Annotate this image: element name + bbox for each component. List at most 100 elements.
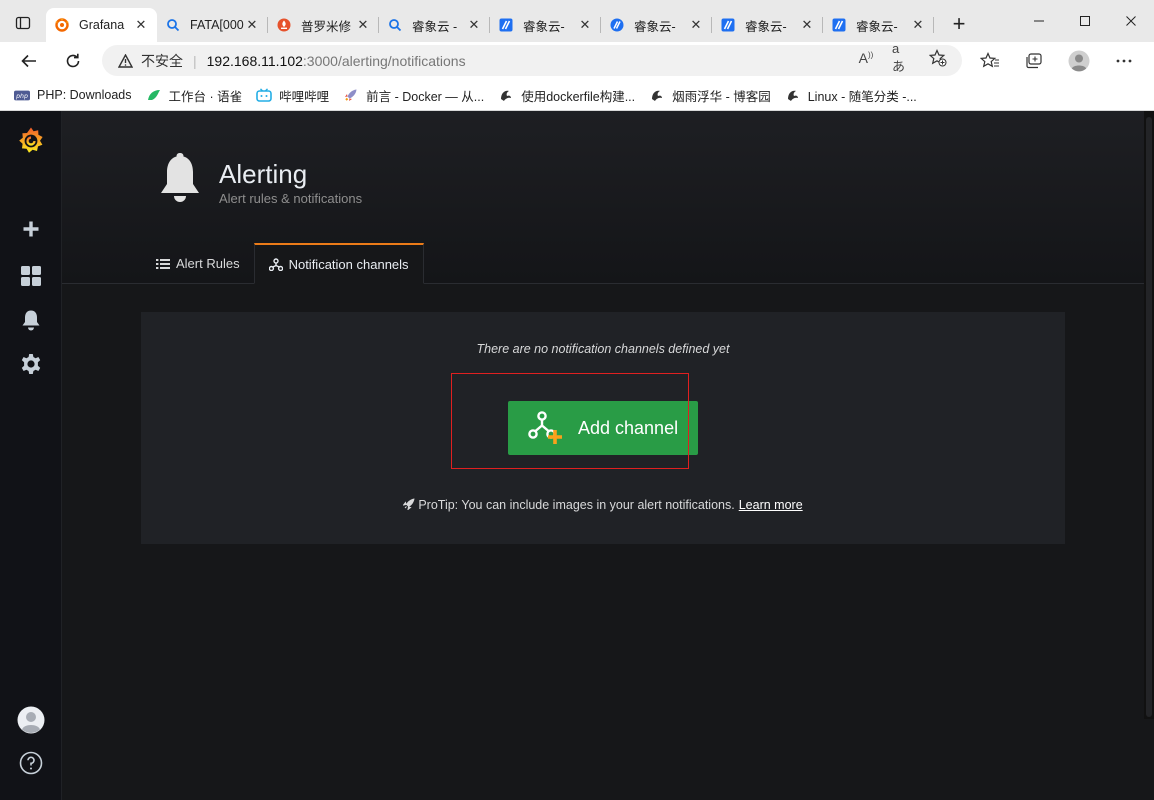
tab-ruixiang-search[interactable]: 睿象云 - ✕ — [379, 8, 490, 42]
page-title: Alerting — [219, 159, 308, 189]
fire-icon — [276, 17, 292, 33]
tab-title: Grafana — [79, 18, 125, 32]
tab-ruixiang-1[interactable]: 睿象云- ✕ — [490, 8, 601, 42]
bilibili-icon — [256, 88, 272, 102]
tab-fata[interactable]: FATA[000 ✕ — [157, 8, 268, 42]
bookmark-dockerfile[interactable]: 使用dockerfile构建... — [498, 86, 635, 105]
php-icon: php — [14, 88, 30, 102]
translate-icon: aあ — [892, 41, 906, 74]
ruixiang-icon — [831, 17, 847, 33]
maximize-icon — [1080, 16, 1090, 26]
bookmark-php[interactable]: php PHP: Downloads — [14, 88, 132, 102]
back-button[interactable] — [14, 47, 44, 75]
bookmark-label: Linux - 随笔分类 -... — [807, 89, 917, 104]
translate-button[interactable]: aあ — [892, 41, 912, 74]
minimize-button[interactable] — [1016, 0, 1062, 42]
grafana-page: Alerting Alert rules & notifications Ale… — [0, 111, 1154, 800]
close-icon[interactable]: ✕ — [133, 17, 149, 33]
dashboard-grid-icon — [21, 266, 41, 286]
protip-text: ProTip: You can include images in your a… — [418, 498, 735, 512]
add-channel-label: Add channel — [578, 417, 679, 438]
tab-label: Notification channels — [288, 256, 409, 272]
bookmark-label: 使用dockerfile构建... — [521, 89, 636, 104]
browser-toolbar: 不安全 | 192.168.11.102:3000/alerting/notif… — [0, 41, 1154, 80]
tab-ruixiang-3[interactable]: 睿象云- ✕ — [712, 8, 823, 42]
close-icon[interactable]: ✕ — [910, 17, 926, 33]
bell-icon — [22, 310, 40, 331]
yuque-icon — [146, 88, 162, 102]
close-window-button[interactable] — [1108, 0, 1154, 42]
scrollbar-thumb[interactable] — [1146, 117, 1152, 717]
warning-icon — [118, 53, 133, 68]
ruixiang-icon — [720, 17, 736, 33]
learn-more-link[interactable]: Learn more — [739, 498, 803, 512]
tab-notification-channels[interactable]: Notification channels — [253, 243, 424, 284]
tab-prometheus[interactable]: 普罗米修 ✕ — [268, 8, 379, 42]
star-add-icon — [929, 49, 947, 67]
add-channel-button[interactable]: Add channel — [508, 401, 698, 455]
gear-icon — [21, 354, 41, 374]
url-host: 192.168.11.102 — [206, 52, 303, 69]
configuration-menu-button[interactable] — [0, 344, 62, 384]
tab-ruixiang-2[interactable]: 睿象云- ✕ — [601, 8, 712, 42]
settings-more-button[interactable] — [1112, 50, 1136, 72]
tab-title: 普罗米修 — [301, 19, 352, 34]
close-icon[interactable]: ✕ — [244, 17, 260, 33]
help-menu-button[interactable] — [0, 743, 62, 783]
dashboards-menu-button[interactable] — [0, 256, 62, 296]
tab-grafana[interactable]: Grafana ✕ — [46, 8, 157, 42]
close-icon[interactable]: ✕ — [799, 17, 815, 33]
page-scrollbar[interactable] — [1144, 111, 1154, 719]
insecure-label: 不安全 — [141, 52, 183, 69]
close-icon[interactable]: ✕ — [688, 17, 704, 33]
close-icon[interactable]: ✕ — [355, 17, 371, 33]
alerting-menu-button[interactable] — [0, 300, 62, 340]
refresh-button[interactable] — [58, 47, 88, 75]
browser-tab-bar: Grafana ✕ FATA[000 ✕ 普罗米修 ✕ 睿象云 - ✕ 睿象云-… — [0, 0, 1154, 42]
address-bar[interactable]: 不安全 | 192.168.11.102:3000/alerting/notif… — [102, 45, 962, 76]
grafana-logo-icon — [19, 127, 43, 153]
add-channel-icon — [528, 410, 564, 446]
bookmark-label: 哔哩哔哩 — [279, 89, 330, 104]
tab-alert-rules[interactable]: Alert Rules — [142, 243, 254, 284]
tab-title: 睿象云- — [856, 19, 898, 34]
plus-icon — [23, 221, 39, 237]
new-tab-button[interactable]: + — [946, 12, 972, 38]
collections-button[interactable] — [1022, 50, 1046, 72]
grafana-home-logo[interactable] — [0, 120, 62, 162]
help-icon — [19, 751, 43, 775]
add-favorite-button[interactable] — [928, 48, 948, 68]
close-icon[interactable]: ✕ — [466, 17, 482, 33]
bookmark-label: 烟雨浮华 - 博客园 — [672, 89, 771, 104]
search-icon — [387, 17, 403, 33]
bookmark-bilibili[interactable]: 哔哩哔哩 — [256, 86, 329, 105]
empty-message: There are no notification channels defin… — [476, 342, 730, 356]
maximize-button[interactable] — [1062, 0, 1108, 42]
svg-text:php: php — [15, 93, 28, 100]
cnblogs-icon — [649, 88, 665, 102]
tab-actions-button[interactable] — [8, 10, 38, 36]
side-menu — [0, 111, 62, 800]
bookmark-docker[interactable]: 前言 - Docker — 从... — [343, 86, 484, 105]
read-aloud-button[interactable]: A)) — [856, 48, 876, 68]
rocket-icon — [343, 88, 359, 102]
bookmark-yanyu[interactable]: 烟雨浮华 - 博客园 — [649, 86, 771, 105]
user-profile-button[interactable] — [0, 700, 62, 740]
create-menu-button[interactable] — [0, 209, 62, 249]
collections-icon — [1026, 53, 1042, 69]
alerting-bell-icon — [158, 153, 202, 209]
arrow-left-icon — [21, 54, 36, 68]
minimize-icon — [1034, 20, 1044, 22]
tab-ruixiang-4[interactable]: 睿象云- ✕ — [823, 8, 934, 42]
profile-button[interactable] — [1067, 50, 1091, 72]
ruixiang-icon — [498, 17, 514, 33]
address-separator: | — [193, 52, 197, 69]
favorites-button[interactable] — [978, 50, 1002, 72]
bookmark-yuque[interactable]: 工作台 · 语雀 — [146, 86, 242, 105]
bookmark-linux[interactable]: Linux - 随笔分类 -... — [785, 86, 917, 105]
bookmark-label: PHP: Downloads — [37, 88, 132, 102]
url-path: :3000/alerting/notifications — [302, 52, 466, 69]
close-icon[interactable]: ✕ — [577, 17, 593, 33]
close-icon — [1126, 16, 1136, 26]
more-icon — [1116, 59, 1132, 63]
